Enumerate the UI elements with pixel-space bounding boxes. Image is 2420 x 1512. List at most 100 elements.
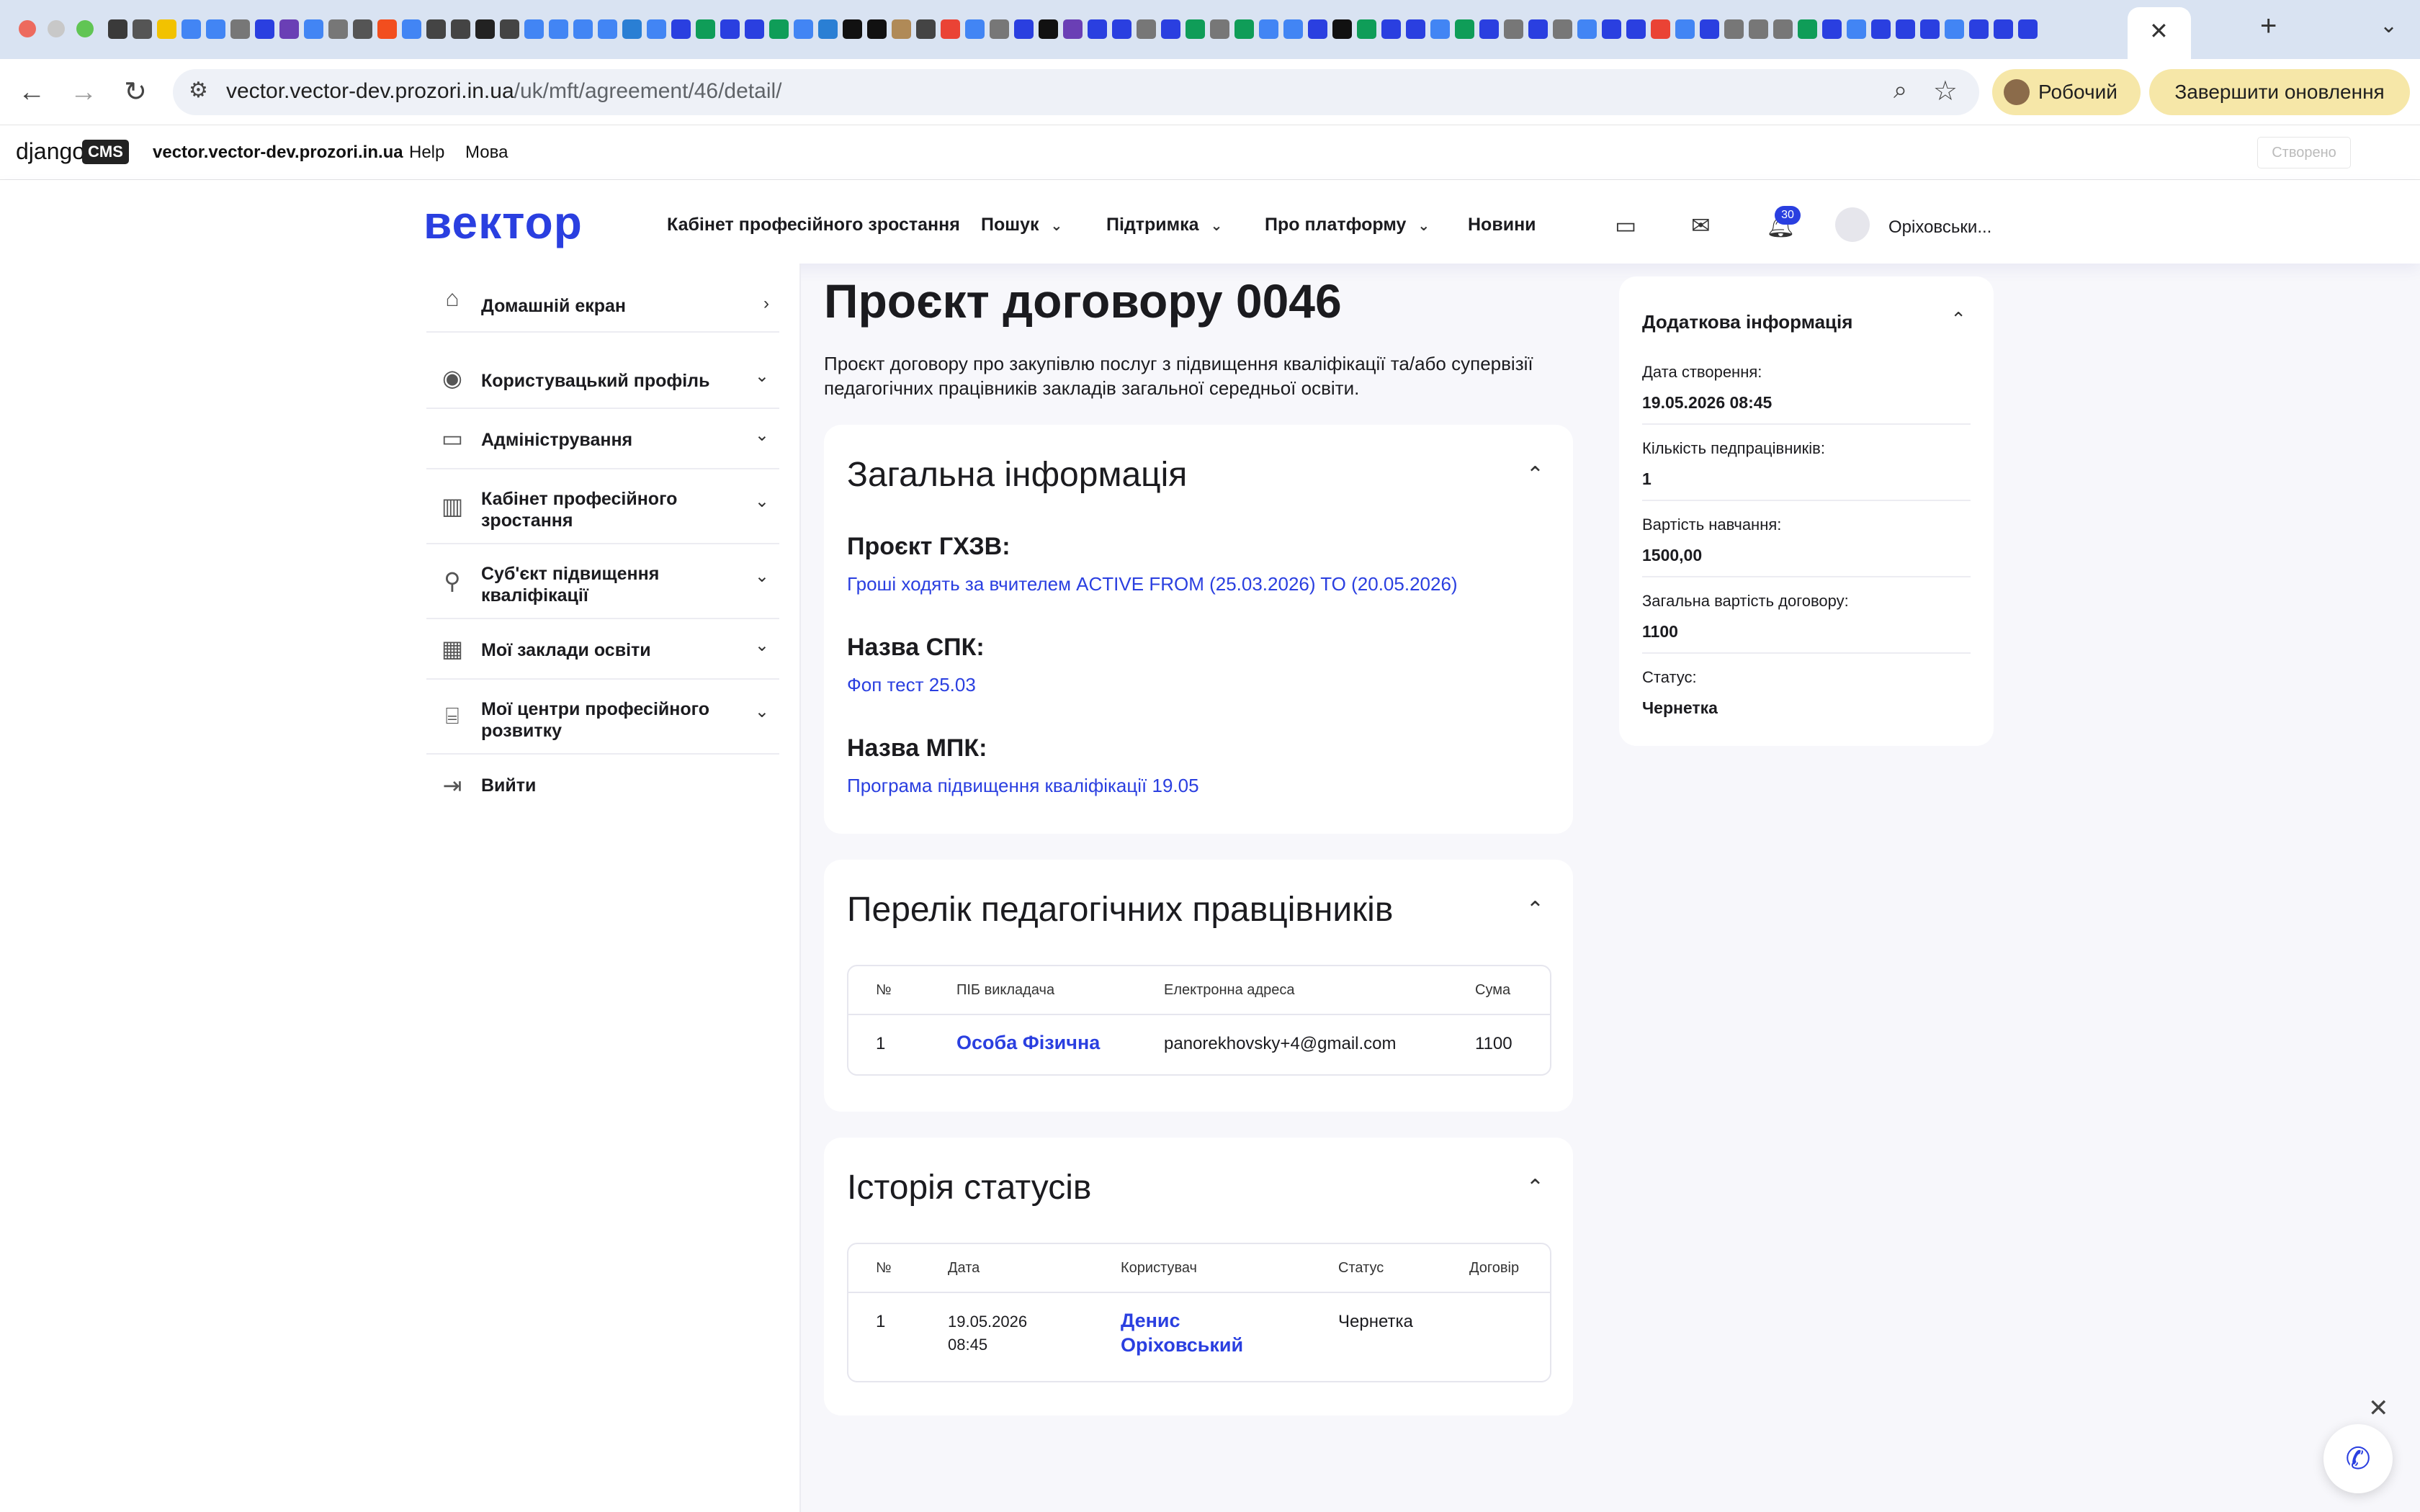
mpk-name-link[interactable]: Програма підвищення кваліфікації 19.05 bbox=[847, 775, 1199, 797]
tab-favicon-icon[interactable] bbox=[108, 19, 127, 39]
window-close-button[interactable] bbox=[19, 20, 36, 37]
tab-favicon-icon[interactable] bbox=[647, 19, 666, 39]
tab-favicon-icon[interactable] bbox=[1773, 19, 1793, 39]
cms-language-link[interactable]: Мова bbox=[465, 143, 508, 163]
tab-favicon-icon[interactable] bbox=[1332, 19, 1352, 39]
nav-professional-cabinet[interactable]: Кабінет професійного зростання bbox=[667, 215, 960, 235]
nav-search[interactable]: Пошук ⌄ bbox=[981, 215, 1062, 235]
history-user-link[interactable]: Оріховський bbox=[1121, 1333, 1243, 1356]
tab-favicon-icon[interactable] bbox=[720, 19, 740, 39]
tab-favicon-icon[interactable] bbox=[1308, 19, 1327, 39]
tab-favicon-icon[interactable] bbox=[1357, 19, 1376, 39]
tab-favicon-icon[interactable] bbox=[867, 19, 887, 39]
sidebar-item-professional-cabinet[interactable]: ▥ Кабінет професійного зростання ⌄ bbox=[426, 469, 779, 544]
tab-favicon-icon[interactable] bbox=[524, 19, 544, 39]
tab-favicon-icon[interactable] bbox=[990, 19, 1009, 39]
tab-favicon-icon[interactable] bbox=[2018, 19, 2038, 39]
tab-favicon-icon[interactable] bbox=[451, 19, 470, 39]
tab-favicon-icon[interactable] bbox=[1724, 19, 1744, 39]
tab-favicon-icon[interactable] bbox=[1381, 19, 1401, 39]
forward-arrow-icon[interactable]: → bbox=[66, 75, 101, 109]
chevron-down-icon[interactable]: ⌄ bbox=[2380, 13, 2398, 38]
tab-favicon-icon[interactable] bbox=[1896, 19, 1915, 39]
tab-favicon-icon[interactable] bbox=[1920, 19, 1940, 39]
tab-favicon-icon[interactable] bbox=[353, 19, 372, 39]
tab-favicon-icon[interactable] bbox=[1553, 19, 1572, 39]
tab-favicon-icon[interactable] bbox=[1626, 19, 1646, 39]
cms-created-button[interactable]: Створено bbox=[2257, 137, 2351, 168]
chevron-up-icon[interactable]: ⌃ bbox=[1526, 897, 1544, 922]
tab-favicon-icon[interactable] bbox=[1259, 19, 1278, 39]
tab-favicon-icon[interactable] bbox=[1406, 19, 1425, 39]
tab-favicon-icon[interactable] bbox=[549, 19, 568, 39]
chevron-up-icon[interactable]: ⌃ bbox=[1526, 462, 1544, 487]
tab-favicon-icon[interactable] bbox=[377, 19, 397, 39]
tab-favicon-icon[interactable] bbox=[1088, 19, 1107, 39]
window-zoom-button[interactable] bbox=[76, 20, 94, 37]
tab-favicon-icon[interactable] bbox=[1969, 19, 1989, 39]
profile-button[interactable]: Робочий bbox=[1992, 69, 2141, 115]
teacher-name-link[interactable]: Особа Фізична bbox=[956, 1031, 1100, 1054]
reload-icon[interactable]: ↻ bbox=[118, 75, 153, 109]
tab-favicon-icon[interactable] bbox=[426, 19, 446, 39]
tab-favicon-icon[interactable] bbox=[1749, 19, 1768, 39]
window-minimize-button[interactable] bbox=[48, 20, 65, 37]
viber-chat-button[interactable]: ✆ bbox=[2323, 1424, 2393, 1493]
tab-favicon-icon[interactable] bbox=[573, 19, 593, 39]
tab-favicon-icon[interactable] bbox=[255, 19, 274, 39]
tab-favicon-icon[interactable] bbox=[1528, 19, 1548, 39]
tab-favicon-icon[interactable] bbox=[328, 19, 348, 39]
tab-favicon-icon[interactable] bbox=[622, 19, 642, 39]
tab-favicon-icon[interactable] bbox=[671, 19, 691, 39]
tab-favicon-icon[interactable] bbox=[1504, 19, 1523, 39]
tab-favicon-icon[interactable] bbox=[1822, 19, 1842, 39]
sidebar-item-logout[interactable]: ⇥ Вийти bbox=[426, 755, 779, 815]
address-url[interactable]: vector.vector-dev.prozori.in.ua/uk/mft/a… bbox=[226, 79, 782, 104]
tab-favicon-icon[interactable] bbox=[157, 19, 176, 39]
tab-favicon-icon[interactable] bbox=[1602, 19, 1621, 39]
tab-favicon-icon[interactable] bbox=[916, 19, 936, 39]
tab-favicon-icon[interactable] bbox=[1675, 19, 1695, 39]
tab-favicon-icon[interactable] bbox=[1700, 19, 1719, 39]
tab-favicon-icon[interactable] bbox=[794, 19, 813, 39]
tab-favicon-icon[interactable] bbox=[745, 19, 764, 39]
tab-favicon-icon[interactable] bbox=[696, 19, 715, 39]
tab-favicon-icon[interactable] bbox=[1577, 19, 1597, 39]
tab-favicon-icon[interactable] bbox=[230, 19, 250, 39]
tab-favicon-icon[interactable] bbox=[206, 19, 225, 39]
update-browser-button[interactable]: Завершити оновлення bbox=[2149, 69, 2410, 115]
back-arrow-icon[interactable]: ← bbox=[14, 75, 49, 109]
sidebar-item-administration[interactable]: ▭ Адміністрування ⌄ bbox=[426, 409, 779, 469]
nav-support[interactable]: Підтримка ⌄ bbox=[1106, 215, 1222, 235]
tab-favicon-icon[interactable] bbox=[1112, 19, 1131, 39]
tab-favicon-icon[interactable] bbox=[182, 19, 201, 39]
sidebar-item-my-schools[interactable]: ▦ Мої заклади освіти ⌄ bbox=[426, 619, 779, 680]
new-tab-icon[interactable]: + bbox=[2260, 10, 2277, 42]
tab-favicon-icon[interactable] bbox=[304, 19, 323, 39]
mail-icon[interactable]: ✉ bbox=[1691, 212, 1711, 239]
sidebar-item-profile[interactable]: ◉ Користувацький профіль ⌄ bbox=[426, 348, 779, 409]
tab-favicon-icon[interactable] bbox=[133, 19, 152, 39]
notifications-badge[interactable]: 30 bbox=[1775, 206, 1801, 225]
tab-favicon-icon[interactable] bbox=[279, 19, 299, 39]
tab-favicon-icon[interactable] bbox=[1945, 19, 1964, 39]
tab-favicon-icon[interactable] bbox=[1479, 19, 1499, 39]
tab-favicon-icon[interactable] bbox=[1455, 19, 1474, 39]
sidebar-item-qualification-subject[interactable]: ⚲ Суб'єкт підвищення кваліфікації ⌄ bbox=[426, 544, 779, 619]
cms-logo[interactable]: django bbox=[16, 138, 85, 165]
tab-favicon-icon[interactable] bbox=[1994, 19, 2013, 39]
history-user-link[interactable]: Денис bbox=[1121, 1309, 1180, 1332]
tab-favicon-icon[interactable] bbox=[1039, 19, 1058, 39]
active-tab[interactable]: ✕ bbox=[2128, 7, 2191, 59]
nav-about[interactable]: Про платформу ⌄ bbox=[1265, 215, 1430, 235]
site-logo[interactable]: вектор bbox=[424, 196, 583, 249]
tab-favicon-icon[interactable] bbox=[1283, 19, 1303, 39]
tab-favicon-icon[interactable] bbox=[769, 19, 789, 39]
tab-favicon-icon[interactable] bbox=[402, 19, 421, 39]
tab-favicon-icon[interactable] bbox=[500, 19, 519, 39]
wallet-icon[interactable]: ▭ bbox=[1615, 212, 1636, 239]
tab-favicon-icon[interactable] bbox=[1210, 19, 1229, 39]
sidebar-item-home[interactable]: ⌂ Домашній екран › bbox=[426, 264, 779, 333]
gkhzv-project-link[interactable]: Гроші ходять за вчителем ACTIVE FROM (25… bbox=[847, 573, 1458, 595]
tab-favicon-icon[interactable] bbox=[941, 19, 960, 39]
